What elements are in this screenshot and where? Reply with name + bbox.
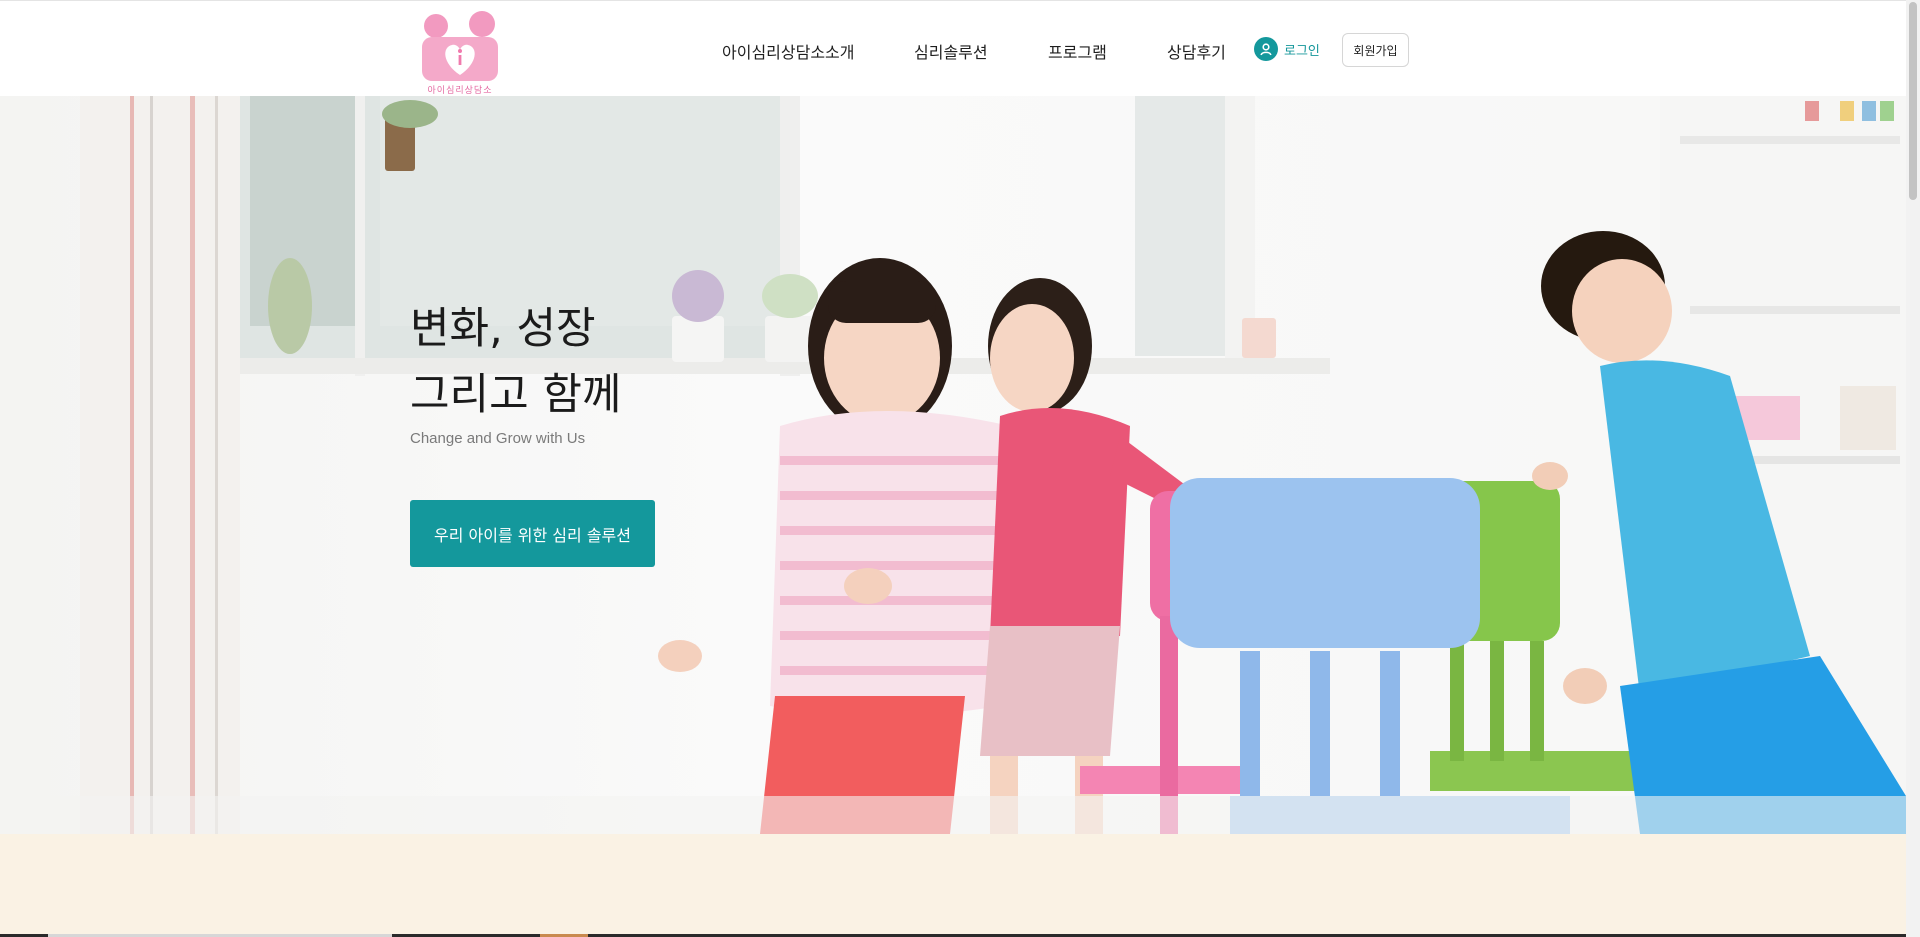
hero-banner: 변화, 성장 그리고 함께 Change and Grow with Us 우리… — [0, 96, 1906, 834]
signup-button[interactable]: 회원가입 — [1342, 33, 1409, 67]
login-link[interactable]: 로그인 — [1254, 35, 1320, 63]
hero-title: 변화, 성장 그리고 함께 — [410, 296, 621, 428]
page-scrollbar[interactable] — [1906, 0, 1920, 937]
logo-caption: 아이심리상담소 — [427, 86, 493, 96]
nav-item-program[interactable]: 프로그램 — [1048, 39, 1107, 63]
heart-logo-icon — [422, 11, 498, 81]
user-icon — [1254, 37, 1278, 61]
hero-title-line2: 그리고 함께 — [410, 370, 622, 420]
nav-item-review[interactable]: 상담후기 — [1167, 39, 1226, 63]
nav-item-solution[interactable]: 심리솔루션 — [914, 39, 988, 63]
lower-section — [0, 834, 1906, 937]
hero-photo — [0, 96, 1906, 834]
scroll-thumb[interactable] — [1909, 2, 1917, 200]
solution-cta-button[interactable]: 우리 아이를 위한 심리 솔루션 — [410, 500, 655, 567]
site-header: 아이심리상담소 아이심리상담소소개 심리솔루션 프로그램 상담후기 로그인 회원… — [0, 0, 1906, 96]
hero-subtitle: Change and Grow with Us — [410, 430, 586, 447]
site-logo[interactable]: 아이심리상담소 — [420, 9, 500, 96]
login-label: 로그인 — [1284, 43, 1320, 59]
nav-item-about[interactable]: 아이심리상담소소개 — [722, 39, 854, 63]
hero-title-line1: 변화, 성장 — [410, 304, 596, 354]
